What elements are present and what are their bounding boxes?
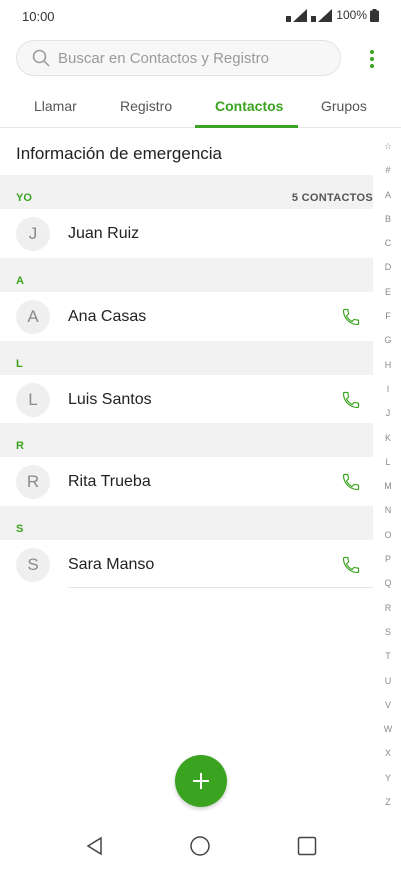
index-item[interactable]: P: [380, 547, 396, 571]
signal-sim1-icon: [286, 8, 308, 22]
index-item[interactable]: R: [380, 596, 396, 620]
list-divider: [68, 587, 373, 588]
index-item[interactable]: J: [380, 401, 396, 425]
index-item[interactable]: C: [380, 231, 396, 255]
status-icons: 100%: [286, 8, 379, 22]
tab-bar: Llamar Registro Contactos Grupos: [0, 86, 401, 128]
index-item[interactable]: U: [380, 669, 396, 693]
index-item[interactable]: Q: [380, 571, 396, 595]
back-icon[interactable]: [83, 834, 107, 858]
index-item[interactable]: X: [380, 741, 396, 765]
avatar: J: [16, 217, 50, 251]
index-item[interactable]: N: [380, 498, 396, 522]
index-item[interactable]: H: [380, 353, 396, 377]
index-item[interactable]: I: [380, 377, 396, 401]
section-letter: S: [16, 523, 24, 535]
index-item[interactable]: ☆: [380, 134, 396, 158]
index-item[interactable]: T: [380, 644, 396, 668]
battery-percent: 100%: [336, 8, 367, 22]
index-item[interactable]: Y: [380, 766, 396, 790]
index-item[interactable]: S: [380, 620, 396, 644]
contact-row-juan-ruiz[interactable]: J Juan Ruiz: [0, 210, 373, 258]
index-item[interactable]: Z: [380, 790, 396, 814]
section-letter: A: [16, 275, 24, 287]
section-header-yo: YO 5 CONTACTOS: [0, 175, 373, 209]
plus-icon: [193, 773, 209, 789]
index-item[interactable]: W: [380, 717, 396, 741]
tab-indicator: [195, 125, 298, 128]
section-header-l: L: [0, 341, 373, 375]
phone-icon[interactable]: [341, 555, 361, 575]
contact-row-ana-casas[interactable]: A Ana Casas: [0, 293, 373, 341]
search-input[interactable]: Buscar en Contactos y Registro: [16, 40, 341, 76]
contact-name: Luis Santos: [68, 391, 152, 408]
battery-icon: [370, 8, 379, 22]
index-item[interactable]: V: [380, 693, 396, 717]
index-item[interactable]: G: [380, 328, 396, 352]
index-item[interactable]: E: [380, 280, 396, 304]
section-header-s: S: [0, 506, 373, 540]
section-letter: R: [16, 440, 24, 452]
index-item[interactable]: K: [380, 426, 396, 450]
section-letter: YO: [16, 192, 32, 204]
contacts-count: 5 CONTACTOS: [291, 192, 373, 204]
phone-icon[interactable]: [341, 307, 361, 327]
index-item[interactable]: A: [380, 183, 396, 207]
recents-icon[interactable]: [295, 834, 319, 858]
contact-name: Rita Trueba: [68, 473, 151, 490]
contact-name: Sara Manso: [68, 556, 155, 573]
phone-icon[interactable]: [341, 390, 361, 410]
search-placeholder: Buscar en Contactos y Registro: [58, 49, 269, 67]
contact-name: Ana Casas: [68, 308, 147, 325]
contact-row-rita-trueba[interactable]: R Rita Trueba: [0, 458, 373, 506]
tab-registro[interactable]: Registro: [120, 98, 172, 114]
emergency-info-item[interactable]: Información de emergencia: [16, 144, 222, 164]
add-contact-button[interactable]: [175, 755, 227, 807]
avatar: S: [16, 548, 50, 582]
index-item[interactable]: B: [380, 207, 396, 231]
home-icon[interactable]: [188, 834, 212, 858]
search-icon: [32, 49, 50, 67]
contact-name: Juan Ruiz: [68, 225, 140, 242]
status-time: 10:00: [22, 9, 55, 24]
signal-sim2-icon: [311, 8, 333, 22]
index-item[interactable]: M: [380, 474, 396, 498]
avatar: L: [16, 383, 50, 417]
index-item[interactable]: O: [380, 523, 396, 547]
phone-icon[interactable]: [341, 472, 361, 492]
more-options-icon[interactable]: [362, 44, 382, 74]
index-item[interactable]: D: [380, 255, 396, 279]
avatar: R: [16, 465, 50, 499]
tab-grupos[interactable]: Grupos: [321, 98, 367, 114]
tab-contactos[interactable]: Contactos: [215, 98, 283, 114]
contact-row-luis-santos[interactable]: L Luis Santos: [0, 376, 373, 424]
contact-row-sara-manso[interactable]: S Sara Manso: [0, 541, 373, 589]
tab-llamar[interactable]: Llamar: [34, 98, 77, 114]
alphabet-index[interactable]: ☆ # A B C D E F G H I J K L M N O P Q R S T U V W X Y Z: [380, 134, 396, 814]
index-item[interactable]: L: [380, 450, 396, 474]
navigation-bar: [0, 822, 401, 870]
section-letter: L: [16, 358, 23, 370]
section-header-a: A: [0, 258, 373, 292]
index-item[interactable]: #: [380, 158, 396, 182]
section-header-r: R: [0, 423, 373, 457]
index-item[interactable]: F: [380, 304, 396, 328]
avatar: A: [16, 300, 50, 334]
status-bar: 10:00 100%: [0, 0, 401, 32]
